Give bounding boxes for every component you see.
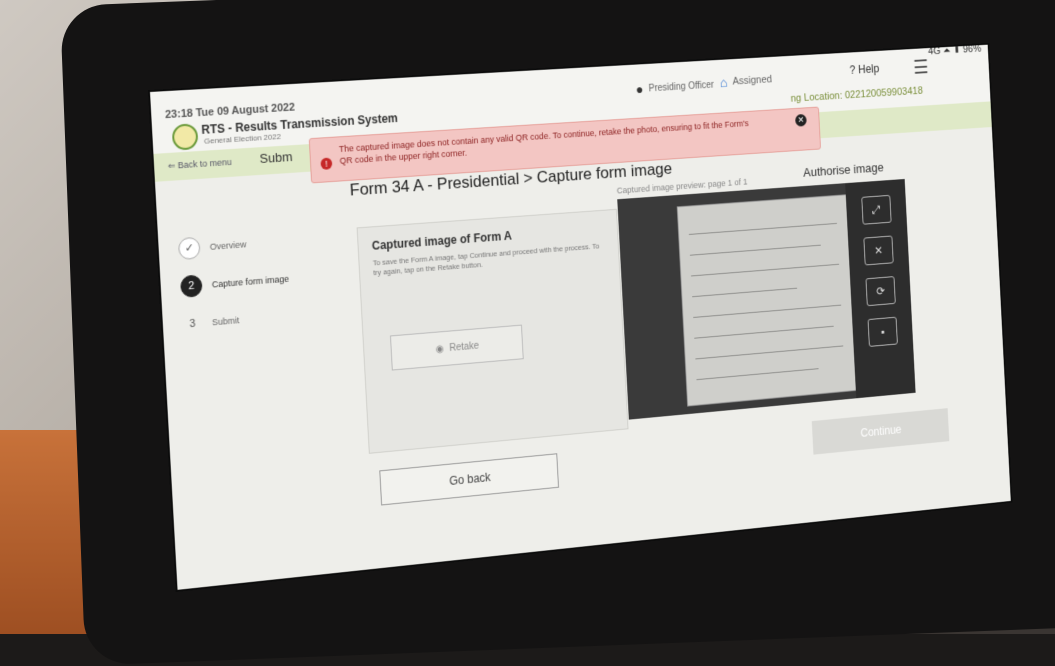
app-logo: [172, 123, 199, 150]
image-preview: ⤢ ✕ ⟳ ▪: [617, 179, 915, 420]
preview-toolbar: ⤢ ✕ ⟳ ▪: [845, 179, 915, 398]
delete-icon[interactable]: ▪: [868, 317, 898, 347]
go-back-button[interactable]: Go back: [379, 453, 559, 505]
home-icon: ⌂: [719, 75, 727, 90]
camera-icon: ◉: [435, 343, 444, 354]
role-indicator: ● Presiding Officer: [635, 77, 714, 97]
step-number: 3: [182, 313, 203, 334]
step-label: Capture form image: [212, 274, 290, 290]
error-icon: !: [320, 157, 332, 170]
continue-button[interactable]: Continue: [812, 408, 950, 455]
close-icon[interactable]: ✕: [795, 114, 807, 127]
authorise-image-heading: Authorise image: [803, 160, 884, 179]
rotate-icon[interactable]: ⟳: [865, 276, 895, 306]
step-submit[interactable]: 3 Submit: [182, 297, 292, 343]
polling-location: ng Location: 022120059903418: [790, 85, 923, 104]
assigned-link[interactable]: ⌂ Assigned: [719, 72, 772, 90]
submission-tab[interactable]: Subm: [259, 149, 293, 166]
form-photo: [677, 194, 861, 407]
user-icon: ●: [635, 81, 643, 97]
step-label: Submit: [212, 315, 240, 327]
captured-image-card: Captured image of Form A To save the For…: [357, 209, 629, 454]
retake-label: Retake: [449, 340, 479, 353]
stepper: ✓ Overview 2 Capture form image 3 Submit: [177, 223, 292, 344]
tablet-screen: 23:18 Tue 09 August 2022 RTS - Results T…: [150, 45, 1011, 590]
assigned-label: Assigned: [732, 74, 772, 88]
retake-button[interactable]: ◉ Retake: [390, 325, 524, 371]
step-number: 2: [180, 274, 203, 297]
expand-icon[interactable]: ⤢: [861, 195, 891, 225]
help-button[interactable]: ? Help: [849, 62, 879, 77]
hamburger-menu-icon[interactable]: ☰: [913, 55, 929, 79]
crop-icon[interactable]: ✕: [863, 235, 893, 265]
role-label: Presiding Officer: [648, 80, 714, 94]
step-label: Overview: [210, 239, 247, 252]
check-icon: ✓: [178, 237, 201, 260]
